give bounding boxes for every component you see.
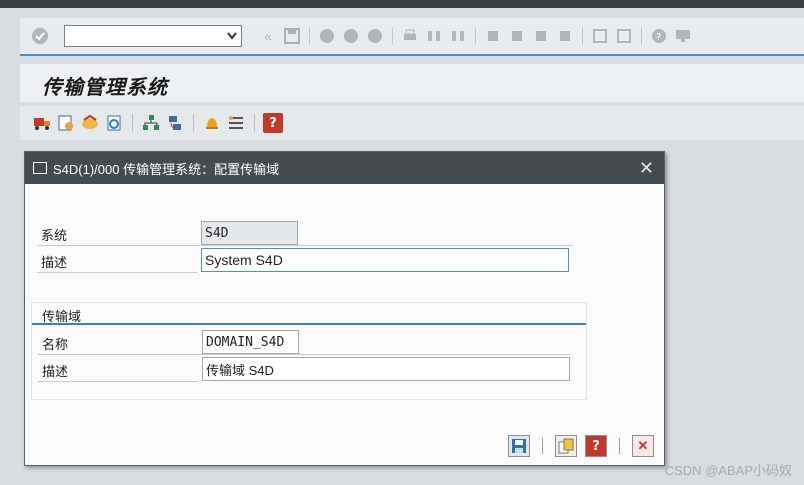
back-icon[interactable] bbox=[317, 26, 337, 46]
footer-separator bbox=[542, 438, 543, 454]
row-divider bbox=[37, 245, 573, 246]
save-icon[interactable] bbox=[282, 26, 302, 46]
exit-icon[interactable] bbox=[341, 26, 361, 46]
alert-bell-icon[interactable] bbox=[202, 113, 222, 133]
copy-button[interactable] bbox=[555, 435, 577, 457]
toolbar-separator bbox=[582, 27, 583, 45]
save-button[interactable] bbox=[508, 435, 530, 457]
print-icon[interactable] bbox=[400, 26, 420, 46]
footer-separator bbox=[619, 438, 620, 454]
next-page-icon[interactable] bbox=[531, 26, 551, 46]
help-icon[interactable]: ? bbox=[649, 26, 669, 46]
dialog-footer: ? ✕ bbox=[25, 427, 664, 465]
command-field[interactable] bbox=[64, 25, 242, 47]
help-question-icon[interactable]: ? bbox=[263, 113, 283, 133]
distribute-icon[interactable] bbox=[165, 113, 185, 133]
cancel-x-icon: ✕ bbox=[637, 438, 649, 453]
dialog-header: S4D(1)/000 传输管理系统：配置传输域 ✕ bbox=[25, 152, 664, 184]
shortcut-icon[interactable] bbox=[614, 26, 634, 46]
toolbar-separator bbox=[309, 27, 310, 45]
display-icon[interactable] bbox=[104, 113, 124, 133]
hierarchy-icon[interactable] bbox=[141, 113, 161, 133]
domain-name-field[interactable]: DOMAIN_S4D bbox=[202, 330, 299, 354]
list-settings-icon[interactable] bbox=[226, 113, 246, 133]
toolbar-separator bbox=[132, 114, 133, 132]
close-icon[interactable]: ✕ bbox=[639, 158, 654, 179]
description-input[interactable]: System S4D bbox=[201, 248, 569, 272]
toolbar-separator bbox=[475, 27, 476, 45]
last-page-icon[interactable] bbox=[555, 26, 575, 46]
standard-toolbar: « ? bbox=[20, 18, 804, 56]
help-button[interactable]: ? bbox=[585, 435, 607, 457]
double-chevron-left-icon: « bbox=[264, 28, 272, 44]
cancel-button[interactable]: ✕ bbox=[632, 435, 654, 457]
toolbar-separator bbox=[193, 114, 194, 132]
configure-transport-domain-dialog: S4D(1)/000 传输管理系统：配置传输域 ✕ 系统 S4D 描述 Syst… bbox=[24, 151, 665, 466]
top-frame-bar bbox=[0, 0, 804, 8]
configuration-icon[interactable] bbox=[56, 113, 76, 133]
screen-title-bar: 传输管理系统 bbox=[20, 64, 804, 102]
toolbar-separator bbox=[641, 27, 642, 45]
copy-icon bbox=[558, 438, 574, 454]
domain-description-label: 描述 bbox=[42, 364, 69, 379]
row-divider bbox=[38, 381, 198, 382]
save-icon bbox=[512, 439, 526, 453]
row-divider bbox=[37, 272, 197, 273]
dialog-title: S4D(1)/000 传输管理系统：配置传输域 bbox=[53, 161, 280, 177]
toolbar-separator bbox=[254, 114, 255, 132]
toolbar-separator bbox=[392, 27, 393, 45]
truck-icon[interactable] bbox=[32, 113, 52, 133]
enter-icon[interactable] bbox=[30, 26, 50, 46]
system-label: 系统 bbox=[41, 228, 68, 243]
svg-text:?: ? bbox=[656, 32, 661, 43]
chevron-down-icon[interactable] bbox=[227, 32, 237, 40]
row-divider bbox=[38, 354, 570, 355]
description-label: 描述 bbox=[41, 255, 68, 270]
create-session-icon[interactable] bbox=[590, 26, 610, 46]
system-field: S4D bbox=[201, 221, 298, 245]
domain-name-label: 名称 bbox=[42, 337, 69, 352]
transport-route-icon[interactable] bbox=[80, 113, 100, 133]
application-toolbar: ? bbox=[20, 106, 804, 140]
first-page-icon[interactable] bbox=[483, 26, 503, 46]
window-icon bbox=[33, 162, 47, 174]
cancel-icon[interactable] bbox=[365, 26, 385, 46]
monitor-icon[interactable] bbox=[673, 26, 693, 46]
find-next-icon[interactable] bbox=[448, 26, 468, 46]
group-title-underline bbox=[32, 323, 586, 325]
previous-page-icon[interactable] bbox=[507, 26, 527, 46]
page-title: 传输管理系统 bbox=[42, 75, 168, 99]
watermark-text: CSDN @ABAP小码奴 bbox=[664, 463, 792, 478]
transport-domain-group: 传输域 名称 DOMAIN_S4D 描述 传输域 S4D bbox=[31, 302, 587, 400]
find-icon[interactable] bbox=[424, 26, 444, 46]
domain-description-field[interactable]: 传输域 S4D bbox=[202, 357, 570, 381]
